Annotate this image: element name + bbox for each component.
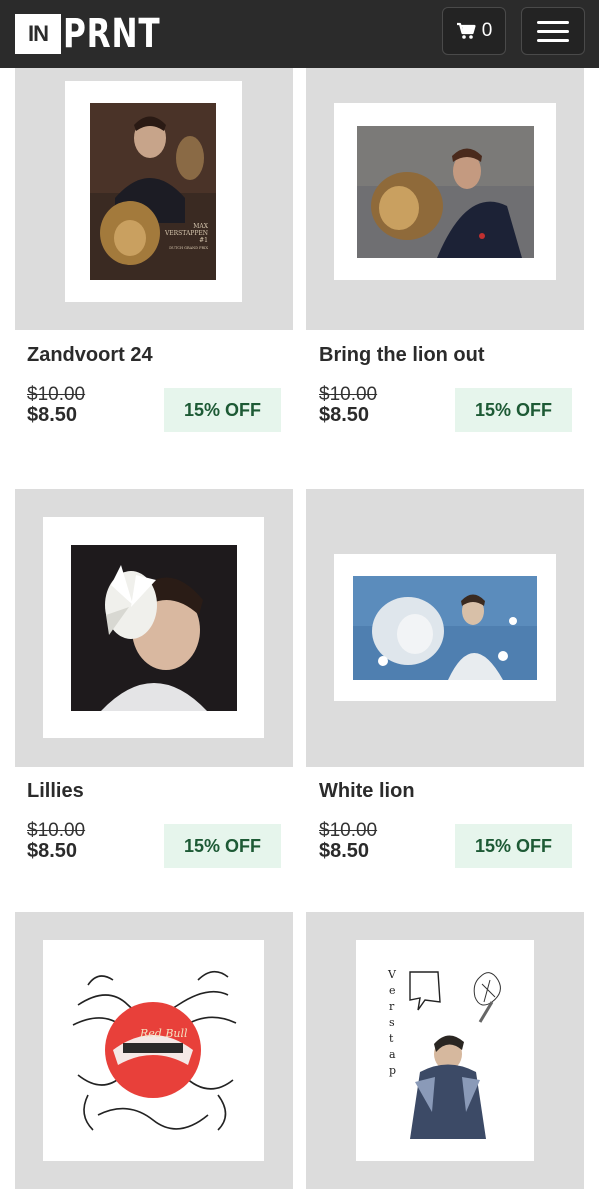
- hamburger-menu-icon: [537, 20, 569, 24]
- product-card-image[interactable]: [306, 489, 584, 767]
- product-title[interactable]: Lillies: [27, 780, 84, 803]
- discount-badge: 15% OFF: [164, 824, 281, 868]
- art-letter: p: [389, 1064, 396, 1077]
- original-price: $10.00: [319, 384, 378, 405]
- original-price: $10.00: [27, 384, 86, 405]
- print-mat: V e r s t a p: [356, 940, 534, 1161]
- art-text-gp: DUTCH GRAND PRIX: [169, 246, 208, 250]
- logo-text: PRNT: [63, 10, 161, 57]
- product-title[interactable]: White lion: [319, 780, 415, 803]
- art-text-redbull: Red Bull: [139, 1027, 188, 1040]
- cart-button[interactable]: 0: [442, 7, 506, 55]
- print-mat: Red Bull: [43, 940, 264, 1161]
- inprnt-logo[interactable]: IN PRNT: [15, 9, 188, 58]
- logo-box: IN: [15, 13, 61, 54]
- cart-icon: [456, 22, 476, 39]
- art-letter: r: [389, 1000, 395, 1013]
- artwork-white-lion: [353, 576, 537, 680]
- artwork-knight: V e r s t a p: [380, 962, 510, 1139]
- menu-button[interactable]: [521, 7, 585, 55]
- art-text-verstappen: VERSTAPPEN: [164, 230, 208, 237]
- sale-price: $8.50: [27, 404, 78, 426]
- discount-badge: 15% OFF: [455, 388, 572, 432]
- product-card-image[interactable]: MAX VERSTAPPEN #1 DUTCH GRAND PRIX: [15, 68, 293, 330]
- product-card-image[interactable]: V e r s t a p: [306, 912, 584, 1189]
- print-mat: [334, 554, 556, 701]
- art-letter: V: [387, 968, 397, 981]
- art-letter: s: [389, 1016, 395, 1029]
- art-letter: a: [389, 1048, 396, 1061]
- discount-badge: 15% OFF: [455, 824, 572, 868]
- cart-count: 0: [481, 20, 493, 41]
- art-letter: e: [389, 984, 396, 997]
- site-header: IN PRNT 0: [0, 0, 599, 68]
- artwork-zandvoort: MAX VERSTAPPEN #1 DUTCH GRAND PRIX: [90, 103, 216, 280]
- sale-price: $8.50: [319, 404, 370, 426]
- art-text-max: MAX: [193, 223, 208, 230]
- discount-badge: 15% OFF: [164, 388, 281, 432]
- sale-price: $8.50: [319, 840, 370, 862]
- product-title[interactable]: Bring the lion out: [319, 344, 485, 367]
- artwork-lion-out: [357, 126, 534, 258]
- art-text-number: #1: [199, 237, 208, 244]
- art-letter: t: [389, 1032, 394, 1045]
- product-card-image[interactable]: [306, 68, 584, 330]
- print-mat: [334, 103, 556, 280]
- original-price: $10.00: [319, 820, 378, 841]
- artwork-helmet: Red Bull: [68, 965, 239, 1136]
- product-title[interactable]: Zandvoort 24: [27, 344, 153, 367]
- print-mat: MAX VERSTAPPEN #1 DUTCH GRAND PRIX: [65, 81, 242, 302]
- product-card-image[interactable]: Red Bull: [15, 912, 293, 1189]
- sale-price: $8.50: [27, 840, 78, 862]
- print-mat: [43, 517, 264, 738]
- original-price: $10.00: [27, 820, 86, 841]
- artwork-lillies: [71, 545, 237, 711]
- product-card-image[interactable]: [15, 489, 293, 767]
